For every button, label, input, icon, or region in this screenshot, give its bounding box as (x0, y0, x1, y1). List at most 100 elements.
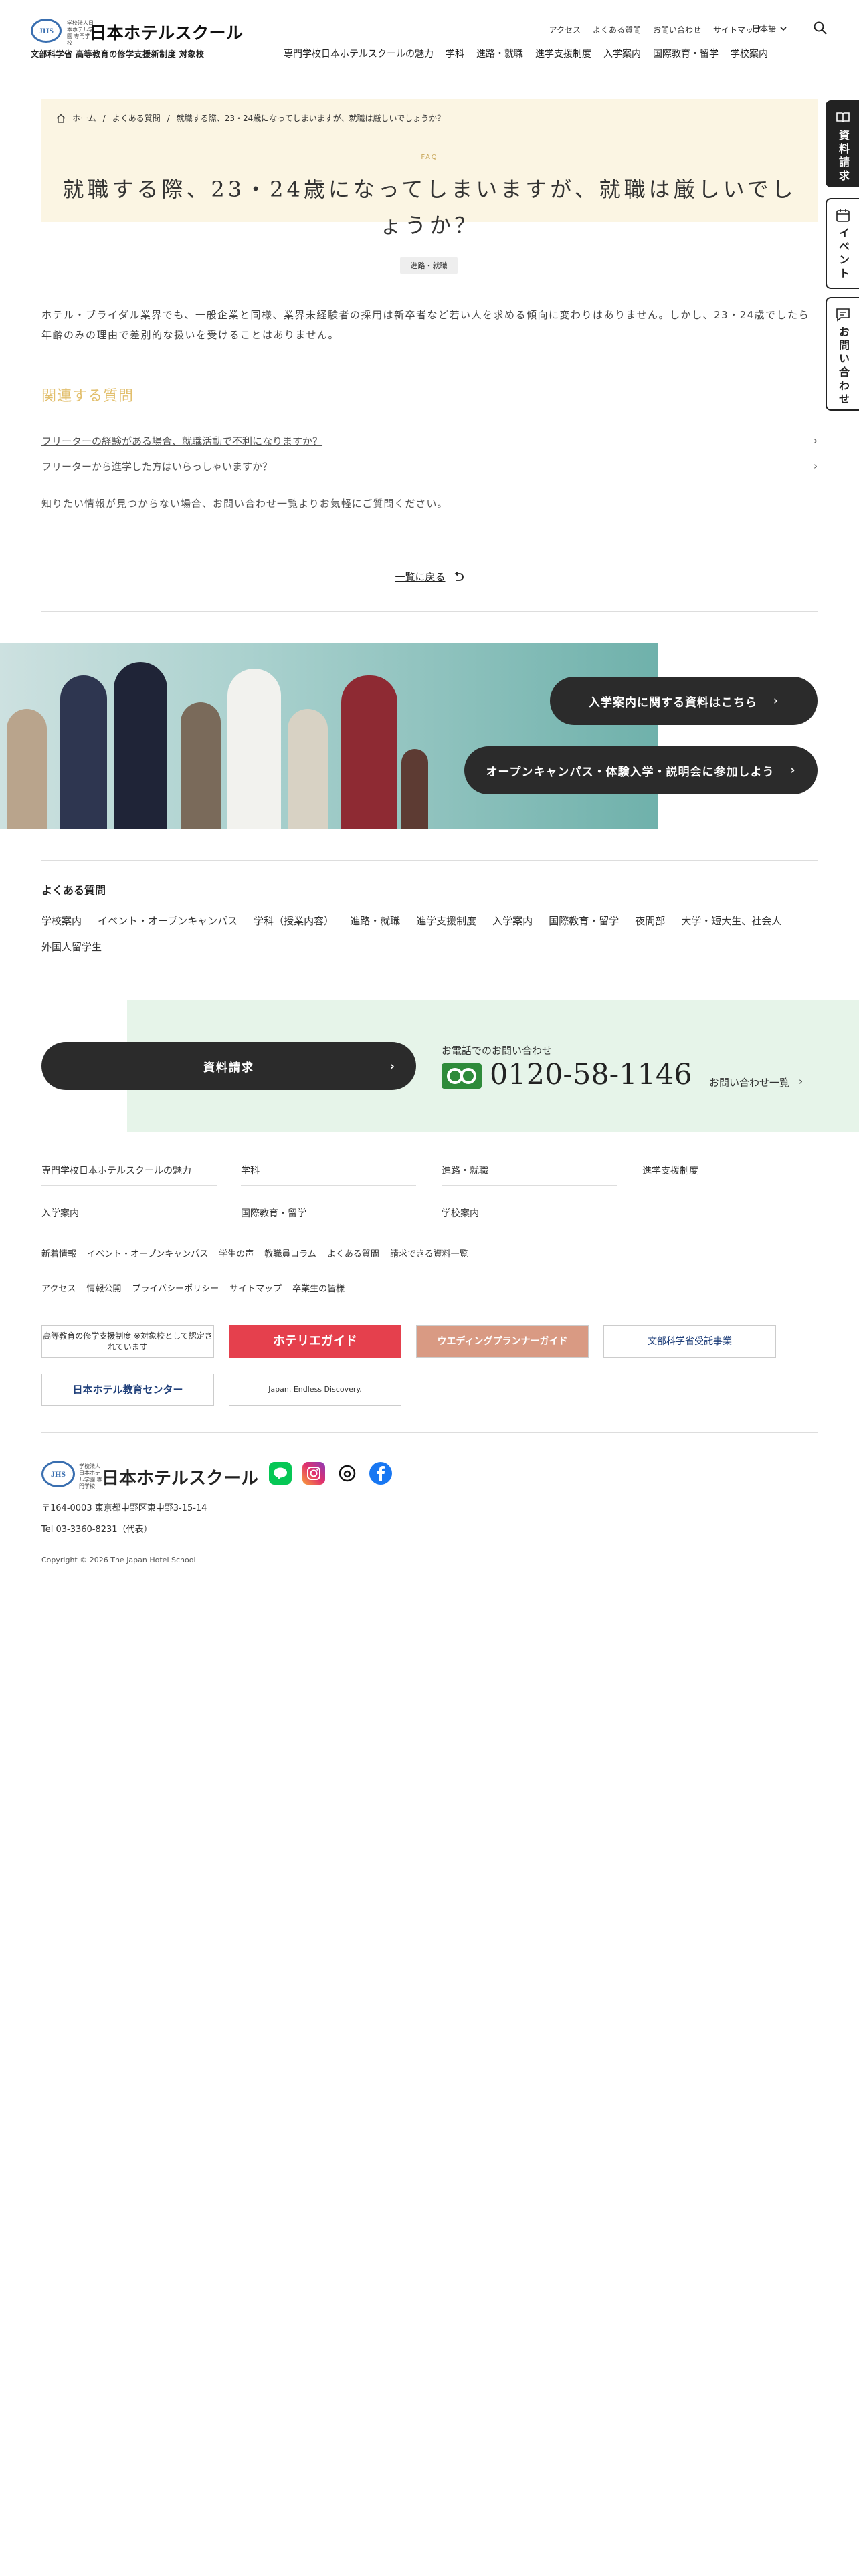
util-nav-faq[interactable]: よくある質問 (593, 24, 641, 35)
nav-international[interactable]: 国際教育・留学 (653, 47, 719, 60)
logo-emblem-icon[interactable]: JHS (31, 19, 62, 43)
hotelier-guide-banner[interactable]: ホテリエガイド (229, 1325, 401, 1358)
footer-tel: Tel 03-3360-8231（代表） (41, 1525, 153, 1535)
footer-address: 〒164-0003 東京都中野区東中野3-15-14 (41, 1503, 207, 1513)
nav-support[interactable]: 進学支援制度 (535, 47, 591, 60)
copyright: Copyright © 2026 The Japan Hotel School (41, 1555, 196, 1564)
help-text-after: よりお気軽にご質問ください。 (298, 498, 448, 510)
chat-icon (836, 308, 850, 322)
footer-links-primary: 新着情報 イベント・オープンキャンパス 学生の声 教職員コラム よくある質問 請… (41, 1247, 468, 1259)
nav-appeal[interactable]: 専門学校日本ホテルスクールの魅力 (284, 47, 434, 60)
footer-nav-appeal[interactable]: 専門学校日本ホテルスクールの魅力 (41, 1164, 217, 1186)
admission-materials-label: 入学案内に関する資料はこちら (588, 695, 757, 710)
breadcrumb-separator: / (102, 113, 106, 123)
mext-project-banner[interactable]: 文部科学省受託事業 (603, 1325, 776, 1358)
related-link-label: フリーターの経験がある場合、就職活動で不利になりますか？ (41, 435, 323, 447)
admission-materials-button[interactable]: 入学案内に関する資料はこちら › (550, 677, 818, 725)
footer-link[interactable]: サイトマップ (229, 1281, 282, 1294)
footer-logo-emblem-icon[interactable]: JHS (41, 1461, 75, 1487)
help-text-before: 知りたい情報が見つからない場合、 (41, 498, 213, 510)
faq-category-link[interactable]: 進路・就職 (350, 914, 400, 928)
footer-link[interactable]: アクセス (41, 1281, 76, 1294)
freedial-icon (442, 1063, 482, 1089)
util-nav-access[interactable]: アクセス (549, 24, 581, 35)
chevron-right-icon: › (389, 1059, 396, 1073)
footer-link[interactable]: 情報公開 (86, 1281, 121, 1294)
footer-nav-career[interactable]: 進路・就職 (442, 1164, 617, 1186)
line-icon[interactable] (269, 1462, 292, 1485)
japan-endless-discovery-banner[interactable]: Japan. Endless Discovery. (229, 1374, 401, 1406)
contact-list-link[interactable]: お問い合わせ一覧 (213, 498, 298, 510)
faq-category-link[interactable]: 大学・短大生、社会人 (681, 914, 781, 928)
footer-nav-support[interactable]: 進学支援制度 (642, 1164, 818, 1185)
footer-nav-admission[interactable]: 入学案内 (41, 1206, 217, 1228)
side-tab-contact[interactable]: お問い合わせ (826, 297, 859, 411)
faq-category-link[interactable]: 外国人留学生 (41, 940, 102, 954)
related-heading: 関連する質問 (41, 388, 134, 405)
hero-eyebrow: FAQ (421, 154, 438, 161)
footer-link[interactable]: プライバシーポリシー (132, 1281, 219, 1294)
related-link[interactable]: フリーターから進学した方はいらっしゃいますか？ › (41, 459, 818, 473)
banner-image (0, 643, 658, 829)
footer-nav-departments[interactable]: 学科 (241, 1164, 416, 1186)
breadcrumb-home[interactable]: ホーム (72, 112, 96, 124)
footer-link[interactable]: 卒業生の皆様 (292, 1281, 345, 1294)
footer-link[interactable]: 教職員コラム (264, 1247, 316, 1259)
request-materials-button[interactable]: 資料請求 › (41, 1042, 416, 1090)
util-nav-contact[interactable]: お問い合わせ (653, 24, 701, 35)
side-tab-request[interactable]: 資料請求 (826, 100, 859, 187)
footer-link[interactable]: イベント・オープンキャンパス (87, 1247, 208, 1259)
nav-career[interactable]: 進路・就職 (476, 47, 523, 60)
facebook-icon[interactable] (369, 1462, 392, 1485)
open-campus-label: オープンキャンパス・体験入学・説明会に参加しよう (486, 765, 775, 779)
nav-about[interactable]: 学校案内 (731, 47, 768, 60)
nav-admission[interactable]: 入学案内 (603, 47, 641, 60)
side-tab-contact-label: お問い合わせ (837, 326, 850, 407)
instagram-icon[interactable] (302, 1462, 325, 1485)
back-to-list-link[interactable]: 一覧に戻る (0, 570, 859, 584)
faq-category-title: よくある質問 (41, 884, 106, 897)
open-campus-button[interactable]: オープンキャンパス・体験入学・説明会に参加しよう › (464, 746, 818, 794)
footer-link[interactable]: よくある質問 (327, 1247, 379, 1259)
faq-category-link[interactable]: 入学案内 (492, 914, 533, 928)
chevron-right-icon: › (814, 435, 818, 447)
faq-category-link[interactable]: 夜間部 (635, 914, 665, 928)
contact-list-button[interactable]: お問い合わせ一覧 › (709, 1075, 803, 1089)
chevron-right-icon: › (773, 694, 779, 708)
chevron-right-icon: › (799, 1075, 803, 1087)
faq-category-link[interactable]: 進学支援制度 (416, 914, 476, 928)
footer-nav-international[interactable]: 国際教育・留学 (241, 1206, 416, 1228)
faq-category-link[interactable]: イベント・オープンキャンパス (98, 914, 237, 928)
faq-category-link[interactable]: 国際教育・留学 (549, 914, 619, 928)
wedding-planner-guide-banner[interactable]: ウエディングプランナーガイド (416, 1325, 589, 1358)
language-selector[interactable]: 日本語 (752, 23, 787, 34)
contact-list-label: お問い合わせ一覧 (709, 1077, 790, 1089)
nav-departments[interactable]: 学科 (446, 47, 464, 60)
footer-link[interactable]: 学生の声 (219, 1247, 254, 1259)
book-icon (836, 112, 850, 123)
phone-number[interactable]: 0120-58-1146 (490, 1058, 692, 1091)
footer-nav-about[interactable]: 学校案内 (442, 1206, 617, 1228)
related-link[interactable]: フリーターの経験がある場合、就職活動で不利になりますか？ › (41, 433, 818, 448)
category-badge[interactable]: 進路・就職 (400, 257, 458, 274)
side-tab-event[interactable]: イベント (826, 198, 859, 289)
return-arrow-icon (454, 571, 464, 581)
logo-name[interactable]: 日本ホテルスクール (90, 20, 244, 44)
faq-category-link[interactable]: 学科（授業内容） (254, 914, 334, 928)
hotel-education-center-banner[interactable]: 日本ホテル教育センター (41, 1374, 214, 1406)
chevron-right-icon: › (814, 460, 818, 472)
breadcrumb-faq[interactable]: よくある質問 (112, 112, 161, 124)
breadcrumb-current: 就職する際、23・24歳になってしまいますが、就職は厳しいでしょうか？ (176, 114, 446, 123)
threads-icon[interactable] (336, 1462, 359, 1485)
search-icon[interactable] (812, 20, 828, 36)
help-text: 知りたい情報が見つからない場合、お問い合わせ一覧よりお気軽にご質問ください。 (41, 496, 448, 510)
footer-logo-name[interactable]: 日本ホテルスクール (102, 1465, 258, 1489)
divider (41, 611, 818, 612)
footer-link[interactable]: 新着情報 (41, 1247, 76, 1259)
faq-category-link[interactable]: 学校案内 (41, 914, 82, 928)
footer-links-secondary: アクセス 情報公開 プライバシーポリシー サイトマップ 卒業生の皆様 (41, 1281, 345, 1294)
chevron-down-icon (780, 26, 787, 31)
support-system-banner[interactable]: 高等教育の修学支援制度 ※対象校として認定されています (41, 1325, 214, 1358)
breadcrumb: ホーム / よくある質問 / 就職する際、23・24歳になってしまいますが、就職… (56, 112, 445, 124)
footer-link[interactable]: 請求できる資料一覧 (390, 1247, 468, 1259)
